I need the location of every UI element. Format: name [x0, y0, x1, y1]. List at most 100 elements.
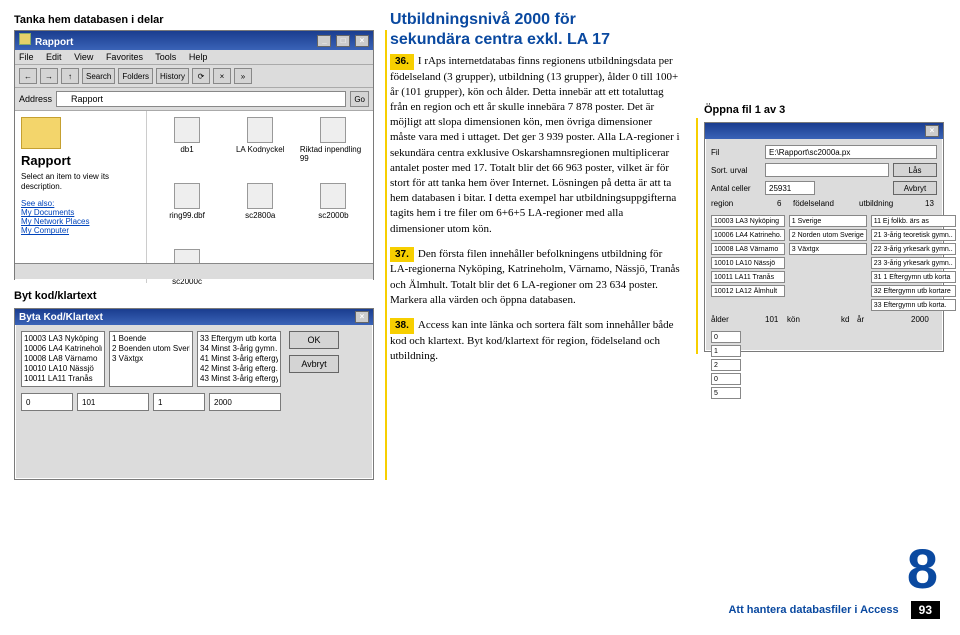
minimize-button[interactable]: _: [317, 35, 331, 47]
list-item[interactable]: 10006 LA4 Katrineho.: [711, 229, 785, 241]
up-button[interactable]: ↑: [61, 68, 79, 84]
cancel-button[interactable]: Avbryt: [289, 355, 339, 373]
search-button[interactable]: Search: [82, 68, 115, 84]
list-item[interactable]: 23 3-årig yrkesark gymn..: [871, 257, 956, 269]
file-icon[interactable]: sc2800a: [227, 183, 294, 243]
more-button[interactable]: »: [234, 68, 252, 84]
header-count: 6: [777, 199, 789, 211]
path-input[interactable]: E:\Rapport\sc2000a.px: [765, 145, 937, 159]
utbildning-listbox[interactable]: 33 Eftergym utb korta i 34 Minst 3-årig …: [197, 331, 281, 387]
chapter-title: Att hantera databasfiler i Access: [728, 604, 898, 616]
list-item[interactable]: 11 Ej folkb. ärs as: [871, 215, 956, 227]
header-utbildning: utbildning: [859, 199, 921, 211]
list-item[interactable]: 43 Minst 3-årig eftergym: [200, 374, 278, 384]
list-item[interactable]: 3 Växtgx: [789, 243, 867, 255]
value-box[interactable]: 0: [21, 393, 73, 411]
refresh-button[interactable]: ⟳: [192, 68, 210, 84]
menu-help[interactable]: Help: [189, 52, 208, 62]
ok-button[interactable]: OK: [289, 331, 339, 349]
menu-file[interactable]: File: [19, 52, 34, 62]
back-button[interactable]: ←: [19, 68, 37, 84]
file-icon[interactable]: sc2000b: [300, 183, 367, 243]
menu-tools[interactable]: Tools: [155, 52, 176, 62]
list-item[interactable]: 10006 LA4 Katrineholm: [24, 344, 102, 354]
go-button[interactable]: Go: [350, 91, 369, 107]
list-item[interactable]: 10003 LA3 Nyköping: [24, 334, 102, 344]
list-item[interactable]: 42 Minst 3-årig efterg.: [200, 364, 278, 374]
list-item[interactable]: 32 Eftergymn utb kortare: [871, 285, 956, 297]
list-item[interactable]: 22 3-årig yrkesark gymn..: [871, 243, 956, 255]
doc-icon: [174, 117, 200, 143]
list-item[interactable]: 31 1 Eftergymn utb korta: [871, 271, 956, 283]
dialog-title: Byta Kod/Klartext: [19, 312, 103, 323]
fodelseland-listbox[interactable]: 1 Boende 2 Boenden utom Sverige 3 Växtgx: [109, 331, 193, 387]
list-item[interactable]: 5: [711, 387, 741, 399]
list-item[interactable]: 0: [711, 331, 741, 343]
link-mydocs[interactable]: My Documents: [21, 208, 140, 217]
value-box[interactable]: 1: [153, 393, 205, 411]
section-label-openfil: Öppna fil 1 av 3: [704, 104, 785, 116]
list-item[interactable]: 10008 LA8 Värnamo: [711, 243, 785, 255]
value-box[interactable]: 101: [77, 393, 149, 411]
delete-button[interactable]: ×: [213, 68, 231, 84]
menu-view[interactable]: View: [74, 52, 93, 62]
link-computer[interactable]: My Computer: [21, 226, 140, 235]
forward-button[interactable]: →: [40, 68, 58, 84]
file-label: sc2800a: [245, 211, 275, 220]
list-item[interactable]: 33 Eftergym utb korta i: [200, 334, 278, 344]
close-button[interactable]: ×: [355, 311, 369, 323]
list-item[interactable]: 10003 LA3 Nyköping: [711, 215, 785, 227]
file-label: ring99.dbf: [169, 211, 205, 220]
list-item[interactable]: 10008 LA8 Värnamo: [24, 354, 102, 364]
history-button[interactable]: History: [156, 68, 189, 84]
menubar[interactable]: File Edit View Favorites Tools Help: [15, 50, 373, 65]
file-icon[interactable]: sc2000c: [153, 249, 220, 309]
menu-edit[interactable]: Edit: [46, 52, 62, 62]
avbryt-button[interactable]: Avbryt: [893, 181, 937, 195]
folders-button[interactable]: Folders: [118, 68, 153, 84]
list-item[interactable]: 21 3-årig teoretisk gymn..: [871, 229, 956, 241]
address-input[interactable]: Rapport: [56, 91, 346, 107]
file-label: LA Kodnyckel: [236, 145, 284, 154]
link-network[interactable]: My Network Places: [21, 217, 140, 226]
value-box[interactable]: 2000: [209, 393, 281, 411]
list-item[interactable]: 1: [711, 345, 741, 357]
header-region: region: [711, 199, 773, 211]
list-item[interactable]: 2 Norden utom Sverige: [789, 229, 867, 241]
region-listbox[interactable]: 10003 LA3 Nyköping 10006 LA4 Katrineholm…: [21, 331, 105, 387]
list-item[interactable]: 41 Minst 3-årig eftergym: [200, 354, 278, 364]
menu-favorites[interactable]: Favorites: [106, 52, 143, 62]
close-button[interactable]: ×: [355, 35, 369, 47]
close-button[interactable]: ×: [925, 125, 939, 137]
sort-input[interactable]: [765, 163, 889, 177]
folder-icon: [19, 33, 31, 45]
list-item[interactable]: 1 Sverige: [789, 215, 867, 227]
header-alder: ålder: [711, 315, 761, 327]
list-item[interactable]: 33 Eftergymn utb korta.: [871, 299, 956, 311]
list-item[interactable]: 34 Minst 3-årig gymn…: [200, 344, 278, 354]
list-item[interactable]: 10010 LA10 Nässjö: [711, 257, 785, 269]
file-icon[interactable]: ring99.dbf: [153, 183, 220, 243]
separator-left: [385, 30, 387, 480]
doc-icon: [320, 117, 346, 143]
section-label-byt: Byt kod/klartext: [14, 290, 97, 302]
list-item[interactable]: 10010 LA10 Nässjö: [24, 364, 102, 374]
list-item[interactable]: 10011 LA11 Tranås: [24, 374, 102, 384]
list-item[interactable]: 2 Boenden utom Sverige: [112, 344, 190, 354]
list-item[interactable]: 2: [711, 359, 741, 371]
file-icon[interactable]: Riktad inpendling 99: [300, 117, 367, 177]
list-item[interactable]: 1 Boende: [112, 334, 190, 344]
list-item[interactable]: 0: [711, 373, 741, 385]
folder-icon: [61, 94, 71, 104]
file-icon[interactable]: db1: [153, 117, 220, 177]
file-icon[interactable]: LA Kodnyckel: [227, 117, 294, 177]
las-button[interactable]: Lås: [893, 163, 937, 177]
list-item[interactable]: 3 Växtgx: [112, 354, 190, 364]
footer-headers: ålder101 könkd år 2000: [711, 315, 937, 327]
step-number: 37.: [390, 247, 414, 263]
list-item[interactable]: 10011 LA11 Tranås: [711, 271, 785, 283]
step-text: Access kan inte länka och sortera fält s…: [390, 319, 674, 362]
doc-icon: [247, 183, 273, 209]
list-item[interactable]: 10012 LA12 Älmhult: [711, 285, 785, 297]
maximize-button[interactable]: □: [336, 35, 350, 47]
